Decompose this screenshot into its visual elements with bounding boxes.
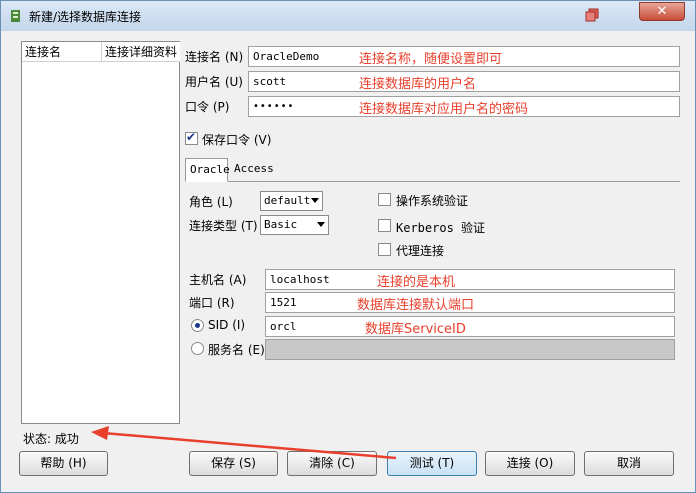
- save-password-checkbox[interactable]: [185, 130, 198, 145]
- conn-type-select[interactable]: Basic: [260, 215, 329, 235]
- username-annotation: 连接数据库的用户名: [359, 77, 477, 92]
- test-button[interactable]: 测试 (T): [387, 451, 477, 476]
- role-label: 角色 (L): [189, 195, 233, 209]
- title-bar[interactable]: 新建/选择数据库连接 ✕: [1, 1, 695, 31]
- connect-button[interactable]: 连接 (O): [485, 451, 575, 476]
- help-button[interactable]: 帮助 (H): [19, 451, 108, 476]
- close-button[interactable]: ✕: [639, 2, 685, 21]
- role-select[interactable]: default: [260, 191, 323, 211]
- chevron-down-icon: [311, 198, 319, 203]
- conn-type-label: 连接类型 (T): [189, 219, 258, 233]
- save-button[interactable]: 保存 (S): [189, 451, 278, 476]
- proxy-checkbox[interactable]: [378, 243, 391, 256]
- app-icon: [9, 9, 23, 23]
- column-header-details[interactable]: 连接详细资料: [102, 42, 180, 62]
- service-name-input[interactable]: [265, 339, 675, 360]
- tab-bar: Oracle Access: [185, 158, 680, 182]
- password-annotation: 连接数据库对应用户名的密码: [359, 102, 529, 117]
- password-label: 口令 (P): [185, 100, 230, 114]
- sid-annotation: 数据库ServiceID: [365, 322, 466, 337]
- sid-radio[interactable]: [191, 319, 204, 332]
- sid-label: SID (I): [208, 318, 246, 332]
- host-annotation: 连接的是本机: [377, 275, 456, 290]
- column-header-name[interactable]: 连接名: [22, 42, 102, 62]
- dialog-body: 连接名 连接详细资料 连接名 (N) OracleDemo 连接名称，随便设置即…: [9, 31, 689, 486]
- host-label: 主机名 (A): [189, 273, 247, 287]
- tab-oracle[interactable]: Oracle: [185, 158, 230, 182]
- username-label: 用户名 (U): [185, 75, 243, 89]
- chevron-down-icon: [317, 222, 325, 227]
- conn-type-select-value: Basic: [264, 218, 298, 231]
- service-name-label: 服务名 (E): [208, 343, 265, 357]
- role-select-value: default: [264, 194, 311, 207]
- host-input[interactable]: localhost: [265, 269, 675, 290]
- sid-input[interactable]: orcl: [265, 316, 675, 337]
- tab-access[interactable]: Access: [230, 158, 282, 182]
- cancel-button[interactable]: 取消: [584, 451, 674, 476]
- conn-name-label: 连接名 (N): [185, 50, 244, 64]
- proxy-label: 代理连接: [396, 244, 445, 258]
- port-annotation: 数据库连接默认端口: [357, 298, 475, 313]
- save-password-label: 保存口令 (V): [202, 133, 272, 147]
- connection-list[interactable]: 连接名 连接详细资料: [21, 41, 180, 424]
- restore-icon[interactable]: [584, 7, 600, 23]
- port-label: 端口 (R): [189, 296, 235, 310]
- window-title: 新建/选择数据库连接: [29, 10, 142, 24]
- dialog-window: 新建/选择数据库连接 ✕ 连接名 连接详细资料 连接名 (N) OracleDe…: [0, 0, 696, 493]
- os-auth-checkbox[interactable]: [378, 193, 391, 206]
- service-name-radio[interactable]: [191, 342, 204, 355]
- kerberos-checkbox[interactable]: [378, 219, 391, 232]
- clear-button[interactable]: 清除 (C): [287, 451, 377, 476]
- os-auth-label: 操作系统验证: [396, 194, 469, 208]
- kerberos-label: Kerberos 验证: [396, 221, 486, 235]
- conn-name-annotation: 连接名称，随便设置即可: [359, 52, 503, 67]
- status-text: 状态: 成功: [23, 432, 79, 446]
